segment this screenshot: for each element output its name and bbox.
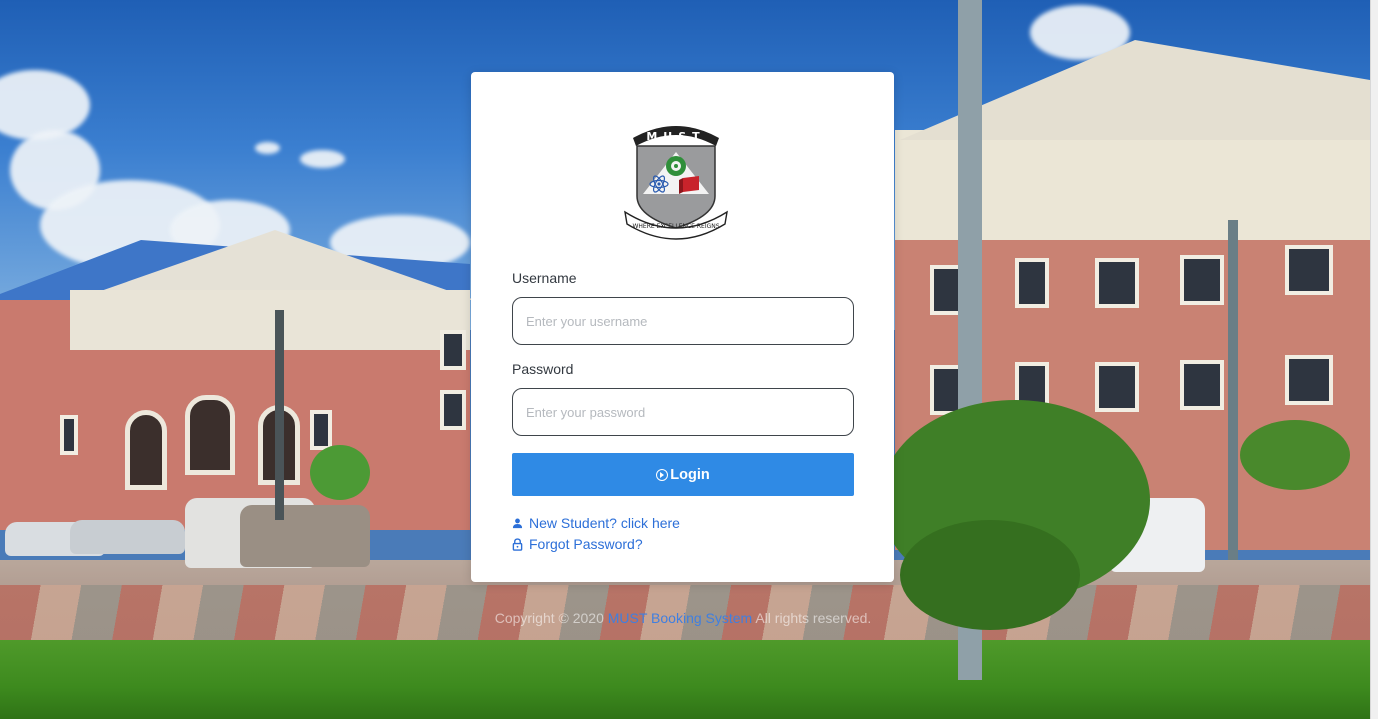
forgot-password-link-label: Forgot Password? bbox=[529, 536, 643, 552]
svg-text:WHERE EXCELLENCE REIGNS: WHERE EXCELLENCE REIGNS bbox=[632, 223, 719, 230]
lock-icon bbox=[512, 537, 523, 551]
password-label: Password bbox=[512, 361, 574, 377]
rights-text: All rights reserved. bbox=[755, 610, 872, 626]
password-input[interactable] bbox=[512, 388, 854, 436]
login-button[interactable]: Login bbox=[512, 453, 854, 496]
copyright-footer: Copyright © 2020 MUST Booking System All… bbox=[0, 610, 1366, 626]
arrow-circle-right-icon bbox=[656, 468, 669, 481]
copyright-text: Copyright © 2020 bbox=[494, 610, 604, 626]
username-label: Username bbox=[512, 270, 577, 286]
login-card: MUST WHERE EXCELLENCE REIGNS Username En… bbox=[471, 72, 894, 582]
new-student-link[interactable]: New Student? click here bbox=[512, 515, 680, 531]
forgot-password-link[interactable]: Forgot Password? bbox=[512, 536, 643, 552]
svg-text:MUST: MUST bbox=[646, 130, 705, 143]
login-button-label: Login bbox=[670, 466, 710, 483]
must-logo: MUST WHERE EXCELLENCE REIGNS bbox=[621, 116, 731, 246]
username-input[interactable] bbox=[512, 297, 854, 345]
person-icon bbox=[512, 518, 523, 528]
new-student-link-label: New Student? click here bbox=[529, 515, 680, 531]
university-crest-icon: MUST WHERE EXCELLENCE REIGNS bbox=[624, 126, 728, 240]
footer-brand-link[interactable]: MUST Booking System bbox=[608, 610, 752, 626]
